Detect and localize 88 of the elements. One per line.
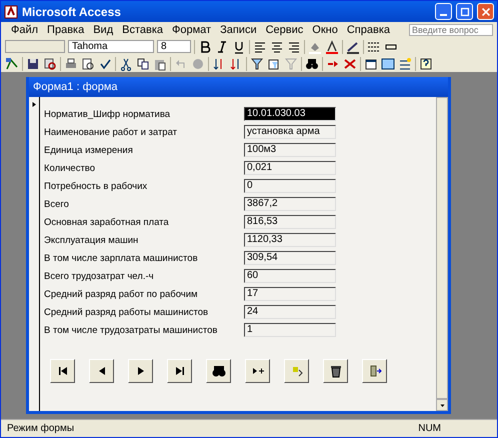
menu-item[interactable]: Правка [47,24,84,36]
help-icon[interactable] [419,56,433,70]
spelling-icon[interactable] [98,56,112,70]
new-record-button[interactable] [245,359,270,383]
italic-icon[interactable] [215,40,229,54]
text-field[interactable]: 309,54 [244,251,336,265]
binoculars-button[interactable] [206,359,231,383]
vertical-scrollbar[interactable] [436,97,448,411]
exit-door-button[interactable] [362,359,387,383]
text-field[interactable]: установка арма [244,125,336,139]
delete-record-icon[interactable] [343,56,357,70]
access-logo-icon [4,4,18,18]
help-search-field[interactable]: Введите вопрос [409,24,493,36]
text-field[interactable]: 60 [244,269,336,283]
form-window-title: Форма1 : форма [29,77,448,97]
binoculars-icon[interactable] [305,56,319,70]
font-size-combo[interactable]: 8 [157,40,191,53]
text-field[interactable]: 24 [244,305,336,319]
menu-item[interactable]: Записи [220,24,257,36]
field-label: Единица измерения [44,144,134,156]
field-label: Средний разряд работ по рабочим [44,288,199,300]
text-field[interactable]: 100м3 [244,143,336,157]
current-record-icon [30,101,38,108]
field-label: Эксплуатация машин [44,234,140,246]
text-field[interactable]: 816,53 [244,215,336,229]
scroll-down-icon[interactable] [438,402,446,408]
align-center-icon[interactable] [270,40,284,54]
first-record-button[interactable] [50,359,75,383]
window-title: Microsoft Access [22,4,122,18]
text-field[interactable]: 3867,2 [244,197,336,211]
undo-button[interactable] [284,359,309,383]
database-window-icon[interactable] [381,56,395,70]
num-lock-indicator: NUM [418,423,441,434]
minimize-button[interactable] [435,3,452,20]
field-label: Норматив_Шифр норматива [44,108,172,120]
menu-item[interactable]: Справка [346,24,390,36]
font-color-icon[interactable] [325,40,339,54]
design-view-icon[interactable] [5,56,19,70]
line-color-icon[interactable] [346,40,360,54]
print-preview-icon[interactable] [81,56,95,70]
close-button[interactable] [477,3,494,20]
text-field[interactable]: 10.01.030.03 [244,107,336,121]
previous-record-button[interactable] [89,359,114,383]
text-field[interactable]: 17 [244,287,336,301]
field-label: Средний разряд работы машинистов [44,306,210,318]
bold-icon[interactable] [198,40,212,54]
align-left-icon[interactable] [253,40,267,54]
text-field[interactable]: 1120,33 [244,233,336,247]
close-icon [480,6,492,18]
menu-item[interactable]: Файл [11,24,38,36]
field-label: Потребность в рабочих [44,180,148,192]
trash-can-button[interactable] [323,359,348,383]
underline-icon[interactable] [232,40,246,54]
text-field[interactable]: 0 [244,179,336,193]
binoculars-icon [212,364,226,378]
field-label: В том числе трудозатраты машинистов [44,324,218,336]
print-icon[interactable] [64,56,78,70]
properties-icon[interactable] [364,56,378,70]
menu-item[interactable]: Вставка [122,24,164,36]
next-record-button[interactable] [128,359,153,383]
cut-icon[interactable] [119,56,133,70]
field-label: В том числе зарплата машинистов [44,252,199,264]
font-combo[interactable]: Tahoma [68,40,154,53]
menu-item[interactable]: Сервис [266,24,304,36]
last-record-button[interactable] [167,359,192,383]
field-label: Основная заработная плата [44,216,170,228]
maximize-icon [458,6,470,18]
new-object-icon[interactable] [398,56,412,70]
status-text: Режим формы [7,423,76,434]
maximize-button[interactable] [456,3,473,20]
align-right-icon[interactable] [287,40,301,54]
field-label: Всего [44,198,70,210]
minimize-icon [440,14,447,16]
trash-can-icon [328,364,342,378]
border-width-icon[interactable] [367,40,381,54]
field-label: Количество [44,162,96,174]
menu-item[interactable]: Формат [172,24,212,36]
field-label: Наименование работ и затрат [44,126,178,138]
search-icon[interactable] [43,56,57,70]
text-field[interactable]: 1 [244,323,336,337]
copy-icon[interactable] [136,56,150,70]
filter-form-icon[interactable] [267,56,281,70]
menu-item[interactable]: Окно [312,24,338,36]
field-label: Всего трудозатрат чел.-ч [44,270,155,282]
save-icon[interactable] [26,56,40,70]
menu-item[interactable]: Вид [93,24,114,36]
exit-door-icon [368,364,382,378]
text-field[interactable]: 0,021 [244,161,336,175]
